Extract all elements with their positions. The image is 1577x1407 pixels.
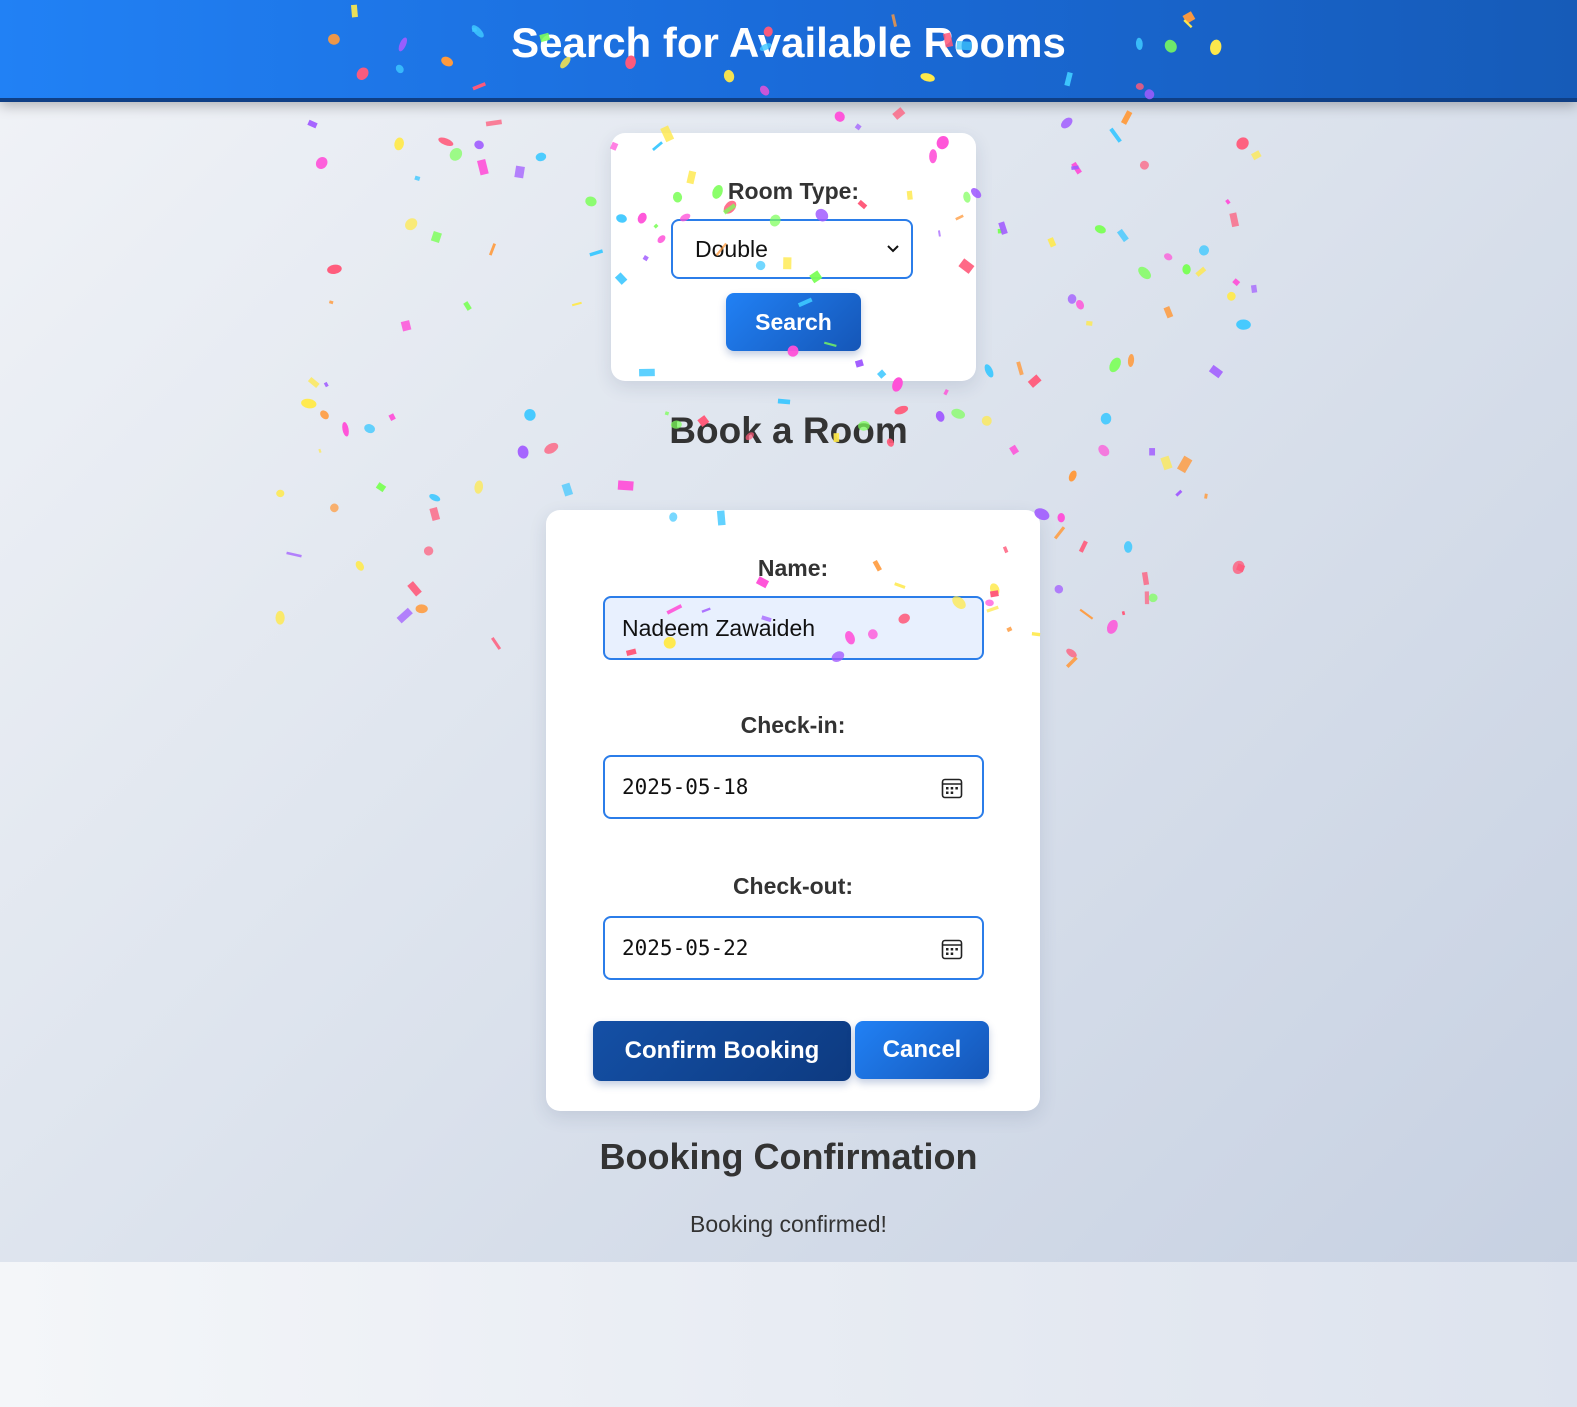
name-input[interactable]: Nadeem Zawaideh (603, 596, 984, 660)
page-title: Search for Available Rooms (511, 19, 1066, 66)
room-type-select[interactable]: Double (671, 219, 913, 279)
booking-confirmation-heading: Booking Confirmation (599, 1136, 978, 1177)
checkout-value: 2025-05-22 (622, 936, 749, 960)
name-value: Nadeem Zawaideh (622, 614, 816, 641)
checkin-label: Check-in: (740, 712, 846, 738)
booking-card: Name: Nadeem Zawaideh Check-in: 2025-05-… (546, 510, 1040, 1111)
room-type-label: Room Type: (727, 178, 860, 204)
search-button[interactable]: Search (726, 293, 861, 351)
booking-status-message: Booking confirmed! (690, 1211, 887, 1237)
page-bottom-area (0, 1262, 1577, 1407)
page-header: Search for Available Rooms (0, 0, 1577, 102)
checkout-input[interactable]: 2025-05-22 (603, 916, 984, 980)
checkin-input[interactable]: 2025-05-18 (603, 755, 984, 819)
calendar-icon[interactable] (941, 777, 963, 799)
checkin-value: 2025-05-18 (622, 775, 749, 799)
cancel-button[interactable]: Cancel (855, 1021, 989, 1079)
room-type-value: Double (695, 235, 768, 262)
chevron-down-icon (887, 245, 899, 253)
confirm-booking-button[interactable]: Confirm Booking (593, 1021, 851, 1081)
name-label: Name: (757, 555, 829, 581)
search-card: Room Type: Double Search (611, 133, 976, 381)
checkout-label: Check-out: (732, 873, 854, 899)
calendar-icon[interactable] (941, 938, 963, 960)
book-room-heading: Book a Room (669, 410, 908, 451)
